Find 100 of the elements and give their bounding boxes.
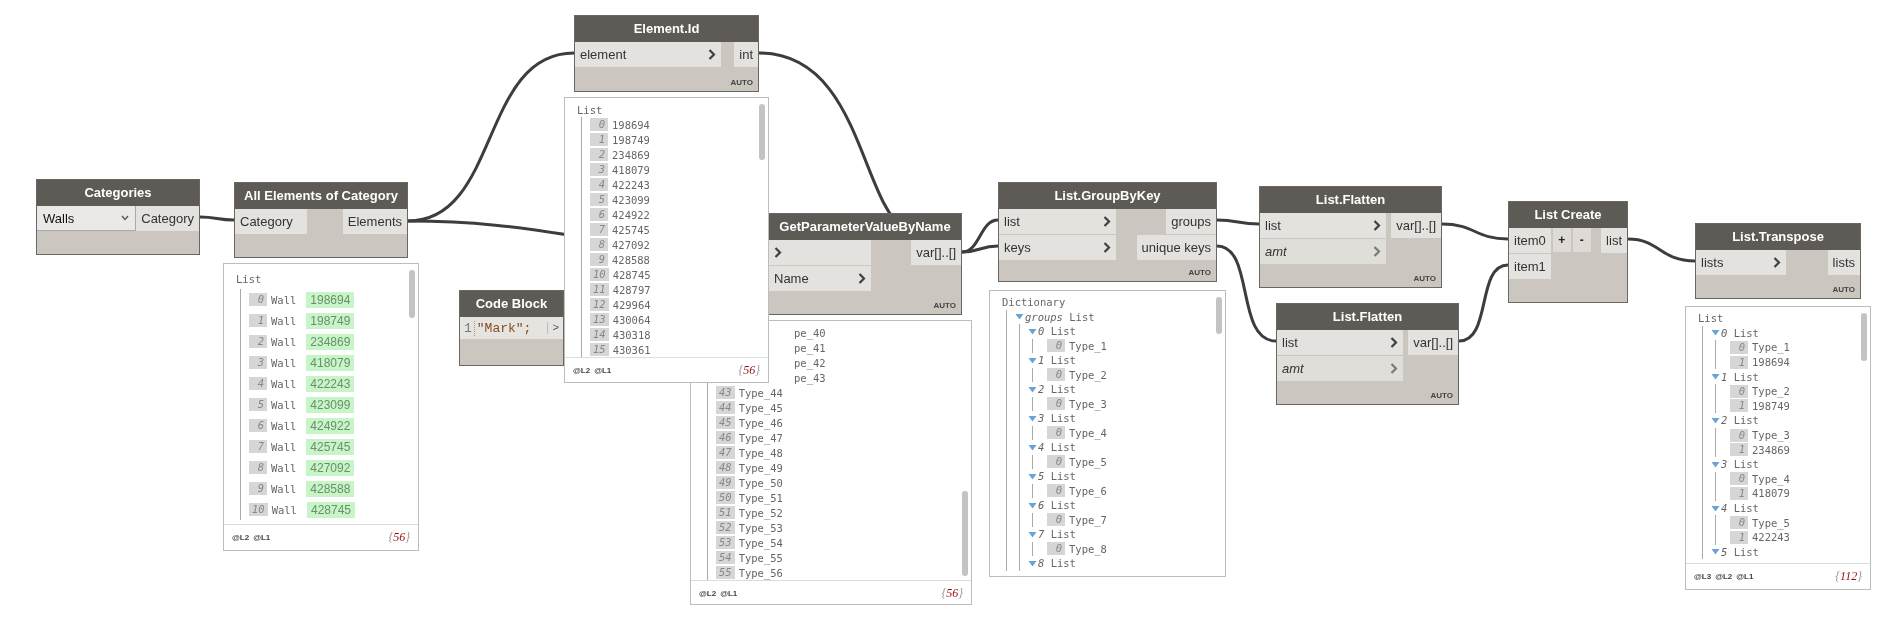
expand-icon[interactable]	[1711, 416, 1720, 424]
lacing-label: AUTO	[1831, 285, 1856, 296]
input-port[interactable]: amt	[1277, 356, 1403, 381]
list-value: Type_54	[738, 536, 783, 549]
node-card[interactable]: All Elements of Category Category Elements	[234, 182, 408, 258]
index-label: 0	[1730, 384, 1748, 398]
expand-icon[interactable]	[1015, 313, 1024, 321]
level-label[interactable]: @L1	[1736, 572, 1754, 581]
scrollbar-thumb[interactable]	[1216, 296, 1222, 334]
expand-icon[interactable]	[1028, 501, 1037, 509]
node-card[interactable]: GetParameterValueByName Name var[]..[] AUTO	[769, 213, 962, 315]
level-label[interactable]: @L1	[720, 589, 738, 598]
expand-icon[interactable]	[1028, 327, 1037, 335]
index-label: 4	[249, 377, 267, 390]
node-card[interactable]: List Create item0 item1 + - list	[1508, 201, 1628, 303]
scrollbar-thumb[interactable]	[409, 269, 415, 319]
dropdown[interactable]: Walls	[37, 206, 137, 231]
output-port[interactable]: >	[547, 322, 563, 334]
expand-icon[interactable]	[1711, 373, 1720, 381]
list-value: 423099	[612, 193, 650, 206]
level-label[interactable]: @L2	[699, 589, 717, 598]
element-type: Wall	[271, 335, 297, 348]
expand-icon[interactable]	[1028, 559, 1037, 567]
index-label: 0	[1047, 513, 1065, 527]
list-value: Type_1	[1752, 341, 1790, 354]
input-port[interactable]: element	[575, 42, 721, 67]
output-port[interactable]: unique keys	[1136, 235, 1216, 260]
output-port[interactable]: var[]..[]	[1408, 330, 1458, 355]
scrollbar-thumb[interactable]	[1861, 312, 1867, 361]
output-port[interactable]: var[]..[]	[911, 240, 961, 265]
list-label: 4 List	[1721, 502, 1759, 514]
index-label: 43	[716, 386, 735, 399]
add-input-button[interactable]: +	[1552, 228, 1571, 252]
expand-icon[interactable]	[1028, 530, 1037, 538]
node-card[interactable]: List.Transpose lists lists AUTO	[1695, 223, 1861, 299]
input-port[interactable]: item1	[1509, 254, 1551, 279]
level-label[interactable]: @L3	[1694, 572, 1712, 581]
index-label: 13	[590, 313, 609, 326]
list-value: Type_3	[1069, 397, 1107, 410]
index-label: 12	[590, 298, 609, 311]
input-port[interactable]: Name	[769, 266, 871, 291]
level-label[interactable]: @L2	[1715, 572, 1733, 581]
output-port[interactable]: int	[734, 42, 758, 67]
input-port[interactable]: list	[999, 209, 1116, 234]
wire	[1441, 222, 1509, 241]
input-port[interactable]: amt	[1260, 239, 1386, 264]
input-port[interactable]: Category	[235, 209, 307, 234]
expand-icon[interactable]	[1711, 329, 1720, 337]
list-label: 3 List	[1721, 458, 1759, 471]
expand-icon[interactable]	[1028, 472, 1037, 480]
input-port[interactable]: keys	[999, 235, 1116, 260]
expand-icon[interactable]	[1711, 460, 1720, 468]
list-value: pe_41	[794, 341, 826, 354]
remove-input-button[interactable]: -	[1572, 228, 1591, 252]
node-card[interactable]: Code Block 1 "Mark"; >	[459, 290, 564, 366]
input-port[interactable]	[769, 240, 871, 265]
lacing-label: AUTO	[729, 78, 754, 89]
expand-icon[interactable]	[1028, 443, 1037, 451]
list-value: Type_7	[1069, 513, 1107, 526]
list-value: 198694	[612, 118, 650, 131]
expand-icon[interactable]	[1028, 356, 1037, 364]
expand-icon[interactable]	[1028, 385, 1037, 393]
level-label[interactable]: @L2	[232, 533, 250, 542]
expand-icon[interactable]	[1711, 548, 1720, 556]
list-value: 427092	[612, 238, 650, 251]
input-port[interactable]: list	[1277, 330, 1403, 355]
input-port[interactable]: list	[1260, 213, 1386, 238]
index-label: 0	[1047, 484, 1065, 498]
output-port[interactable]: groups	[1166, 209, 1216, 234]
expand-icon[interactable]	[1711, 504, 1720, 512]
output-port[interactable]: Category	[136, 206, 199, 231]
index-label: 8	[590, 238, 608, 251]
level-label[interactable]: @L2	[573, 366, 591, 375]
list-label: List	[236, 272, 262, 285]
index-label: 1	[1730, 530, 1748, 544]
caret-icon	[121, 215, 130, 221]
input-port[interactable]: lists	[1696, 250, 1786, 275]
expand-icon[interactable]	[1028, 414, 1037, 422]
code-text[interactable]: "Mark";	[474, 320, 548, 336]
item-count: {56}	[738, 363, 760, 378]
level-label[interactable]: @L1	[594, 366, 612, 375]
node-card[interactable]: List.Flatten list amt var[]..[] AUTO	[1276, 303, 1459, 405]
scrollbar-thumb[interactable]	[962, 490, 968, 576]
list-value: Type_51	[738, 491, 783, 504]
lacing-label: AUTO	[932, 301, 957, 312]
node-card[interactable]: Categories Walls Category	[36, 179, 200, 255]
output-port[interactable]: Elements	[342, 209, 407, 234]
output-port[interactable]: lists	[1827, 250, 1860, 275]
node-card[interactable]: List.GroupByKey list keys groups unique keys AUTO	[998, 182, 1217, 282]
list-value: Type_53	[738, 521, 783, 534]
input-port[interactable]: item0	[1509, 228, 1551, 253]
element-type: Wall	[271, 356, 297, 369]
level-label[interactable]: @L1	[253, 533, 271, 542]
output-port[interactable]: var[]..[]	[1391, 213, 1441, 238]
node-card[interactable]: Element.Id element int AUTO	[574, 15, 759, 92]
node-card[interactable]: List.Flatten list amt var[]..[] AUTO	[1259, 186, 1442, 288]
scrollbar-thumb[interactable]	[759, 103, 765, 161]
index-label: 7	[249, 440, 267, 453]
output-port[interactable]: list	[1601, 228, 1627, 253]
list-value: Type_55	[738, 551, 783, 564]
